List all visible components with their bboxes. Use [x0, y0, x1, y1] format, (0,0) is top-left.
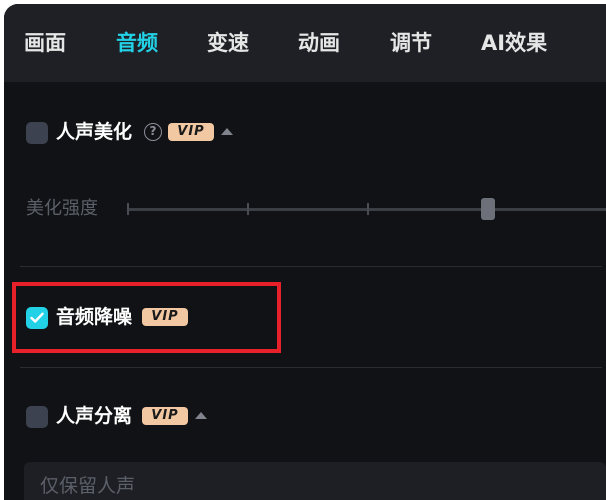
tab-video[interactable]: 画面 [24, 28, 66, 58]
beautify-strength-thumb[interactable] [481, 198, 495, 220]
tab-bar: 画面 音频 变速 动画 调节 AI效果 [4, 4, 606, 82]
voice-beautify-label: 人声美化 [56, 121, 133, 143]
section-divider [20, 367, 602, 368]
tab-adjust[interactable]: 调节 [390, 28, 432, 58]
caret-up-icon[interactable] [221, 128, 233, 135]
separation-option-label: 仅保留人声 [40, 475, 136, 497]
tab-speed[interactable]: 变速 [207, 28, 249, 58]
section-divider [20, 266, 602, 267]
highlight-box [12, 282, 281, 353]
tab-audio[interactable]: 音频 [116, 28, 158, 58]
voice-separation-checkbox[interactable] [26, 406, 48, 428]
voice-separation-label: 人声分离 [56, 405, 133, 427]
voice-beautify-checkbox[interactable] [26, 122, 48, 144]
slider-tick [127, 203, 129, 215]
tab-ai-effects[interactable]: AI效果 [481, 28, 547, 58]
vip-badge: VIP [142, 407, 188, 425]
caret-up-icon[interactable] [195, 412, 207, 419]
vip-badge: VIP [168, 123, 214, 141]
slider-tick [247, 203, 249, 215]
help-icon[interactable]: ? [144, 123, 162, 141]
slider-tick [367, 203, 369, 215]
tab-animation[interactable]: 动画 [298, 28, 340, 58]
beautify-strength-label: 美化强度 [26, 198, 98, 219]
